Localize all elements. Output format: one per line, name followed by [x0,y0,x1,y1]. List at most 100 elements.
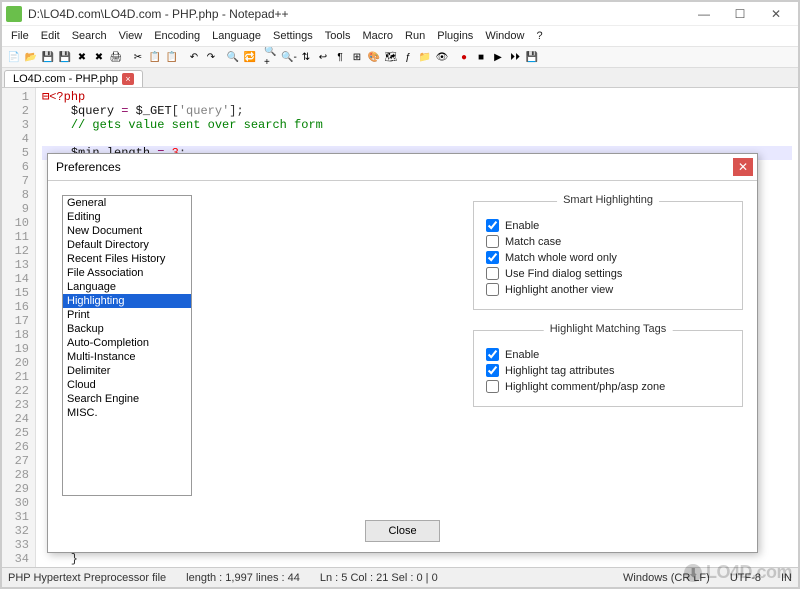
menu-encoding[interactable]: Encoding [149,28,205,44]
check-label: Match case [505,236,561,248]
status-bar: PHP Hypertext Preprocessor file length :… [2,567,798,587]
pref-category-item[interactable]: New Document [63,224,191,238]
doc-map-icon[interactable]: 🗺 [383,49,399,65]
undo-icon[interactable]: ↶ [186,49,202,65]
minimize-button[interactable]: — [686,3,722,25]
play-macro-icon[interactable]: ▶ [490,49,506,65]
check-tags-comment[interactable]: Highlight comment/php/asp zone [486,380,730,393]
checkbox[interactable] [486,235,499,248]
close-all-icon[interactable]: ✖ [91,49,107,65]
check-tags-attrs[interactable]: Highlight tag attributes [486,364,730,377]
pref-category-item[interactable]: Print [63,308,191,322]
pref-category-item[interactable]: Recent Files History [63,252,191,266]
pref-category-item[interactable]: Backup [63,322,191,336]
save-icon[interactable]: 💾 [40,49,56,65]
maximize-button[interactable]: ☐ [722,3,758,25]
new-file-icon[interactable]: 📄 [6,49,22,65]
indent-guide-icon[interactable]: ⊞ [349,49,365,65]
close-file-icon[interactable]: ✖ [74,49,90,65]
save-all-icon[interactable]: 💾 [57,49,73,65]
check-label: Enable [505,220,539,232]
redo-icon[interactable]: ↷ [203,49,219,65]
pref-category-item[interactable]: Editing [63,210,191,224]
zoom-in-icon[interactable]: 🔍+ [264,49,280,65]
checkbox[interactable] [486,380,499,393]
code-line[interactable] [42,132,792,146]
zoom-out-icon[interactable]: 🔍- [281,49,297,65]
menu-macro[interactable]: Macro [357,28,398,44]
menu-tools[interactable]: Tools [320,28,356,44]
tab-file[interactable]: LO4D.com - PHP.php × [4,70,143,87]
pref-category-item[interactable]: Search Engine [63,392,191,406]
udl-icon[interactable]: 🎨 [366,49,382,65]
cut-icon[interactable]: ✂ [130,49,146,65]
wrap-icon[interactable]: ↩ [315,49,331,65]
pref-category-item[interactable]: Auto-Completion [63,336,191,350]
checkbox[interactable] [486,267,499,280]
checkbox[interactable] [486,283,499,296]
paste-icon[interactable]: 📋 [164,49,180,65]
pref-category-item[interactable]: File Association [63,266,191,280]
func-list-icon[interactable]: ƒ [400,49,416,65]
preferences-panel: Smart Highlighting Enable Match case Mat… [222,195,743,496]
pref-category-item[interactable]: Multi-Instance [63,350,191,364]
pref-category-item[interactable]: Cloud [63,378,191,392]
preferences-category-list[interactable]: GeneralEditingNew DocumentDefault Direct… [62,195,192,496]
pref-category-item[interactable]: Highlighting [63,294,191,308]
record-macro-icon[interactable]: ● [456,49,472,65]
find-icon[interactable]: 🔍 [225,49,241,65]
check-smart-anotherview[interactable]: Highlight another view [486,283,730,296]
line-number: 26 [4,440,29,454]
checkbox[interactable] [486,348,499,361]
checkbox[interactable] [486,251,499,264]
check-smart-usefind[interactable]: Use Find dialog settings [486,267,730,280]
pref-category-item[interactable]: Default Directory [63,238,191,252]
line-number: 25 [4,426,29,440]
code-line[interactable] [42,566,792,567]
save-macro-icon[interactable]: 💾 [524,49,540,65]
replace-icon[interactable]: 🔁 [242,49,258,65]
folder-workspace-icon[interactable]: 📁 [417,49,433,65]
menu-plugins[interactable]: Plugins [432,28,478,44]
close-button[interactable]: Close [365,520,439,542]
group-smart-highlighting: Smart Highlighting Enable Match case Mat… [473,201,743,310]
menu-language[interactable]: Language [207,28,266,44]
code-line[interactable]: } [42,552,792,566]
window-buttons: — ☐ ✕ [686,3,794,25]
tab-close-icon[interactable]: × [122,73,134,85]
menu-settings[interactable]: Settings [268,28,318,44]
menu-window[interactable]: Window [480,28,529,44]
monitoring-icon[interactable]: 👁 [434,49,450,65]
dialog-close-button[interactable]: ✕ [733,158,753,176]
menu-help[interactable]: ? [531,28,547,44]
play-multi-macro-icon[interactable]: ⏵⏵ [507,49,523,65]
menu-file[interactable]: File [6,28,34,44]
sync-scroll-icon[interactable]: ⇅ [298,49,314,65]
code-line[interactable]: ⊟<?php [42,90,792,104]
dialog-title: Preferences [56,160,733,174]
check-tags-enable[interactable]: Enable [486,348,730,361]
print-icon[interactable]: 🖨 [108,49,124,65]
checkbox[interactable] [486,219,499,232]
line-number: 19 [4,342,29,356]
checkbox[interactable] [486,364,499,377]
check-smart-matchcase[interactable]: Match case [486,235,730,248]
code-line[interactable]: // gets value sent over search form [42,118,792,132]
open-file-icon[interactable]: 📂 [23,49,39,65]
code-line[interactable]: $query = $_GET['query']; [42,104,792,118]
pref-category-item[interactable]: Delimiter [63,364,191,378]
close-button[interactable]: ✕ [758,3,794,25]
menu-view[interactable]: View [114,28,148,44]
menu-run[interactable]: Run [400,28,430,44]
pref-category-item[interactable]: Language [63,280,191,294]
pref-category-item[interactable]: MISC. [63,406,191,420]
check-smart-wholeword[interactable]: Match whole word only [486,251,730,264]
stop-macro-icon[interactable]: ■ [473,49,489,65]
line-number: 29 [4,482,29,496]
pref-category-item[interactable]: General [63,196,191,210]
menu-edit[interactable]: Edit [36,28,65,44]
show-all-chars-icon[interactable]: ¶ [332,49,348,65]
menu-search[interactable]: Search [67,28,112,44]
copy-icon[interactable]: 📋 [147,49,163,65]
check-smart-enable[interactable]: Enable [486,219,730,232]
